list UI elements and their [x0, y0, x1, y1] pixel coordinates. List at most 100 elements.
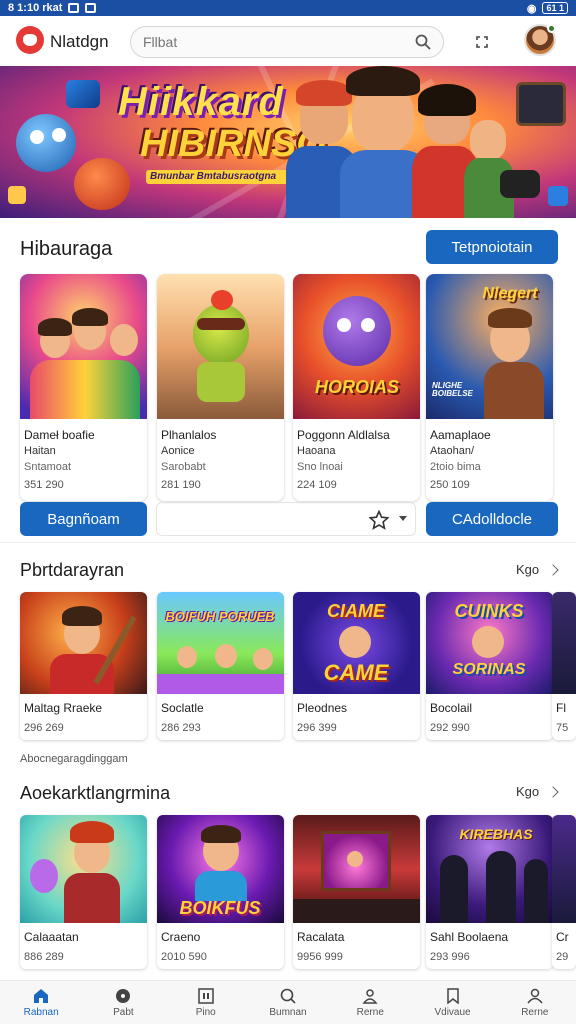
nav-item-library[interactable]: Pino	[165, 981, 247, 1024]
hero-hair	[211, 290, 233, 310]
game-thumbnail: CUINKS SORINAS	[426, 592, 553, 694]
camera-image	[500, 170, 540, 198]
game-stats: 250 109	[430, 479, 470, 491]
nav-label: Rabnan	[23, 1006, 59, 1018]
game-title: Craeno	[161, 930, 201, 944]
character-image	[215, 644, 237, 668]
character-hair	[72, 308, 108, 326]
thumbnail-logo-text: CIAME	[327, 601, 385, 621]
nav-label: Pabt	[113, 1006, 134, 1018]
hero-body	[197, 362, 245, 402]
character-image	[110, 324, 138, 356]
game-thumbnail	[20, 815, 147, 923]
game-card[interactable]: BOIFUH PORUEB Soclatle 286 293	[157, 592, 284, 740]
green-hero-image	[193, 304, 249, 364]
nav-item-saved[interactable]: Vdivaue	[411, 981, 493, 1024]
character-image	[177, 646, 197, 668]
game-card[interactable]: KIREBHAS Sahl Boolaena 293 996	[426, 815, 553, 969]
floor-image	[293, 899, 420, 923]
game-logo-icon[interactable]	[16, 26, 44, 54]
thumbnail-logo-text: Nlegert	[482, 285, 538, 302]
chevron-down-icon[interactable]	[399, 516, 407, 521]
nav-item-account[interactable]: Rerne	[494, 981, 576, 1024]
nav-label: Pino	[195, 1006, 216, 1018]
game-thumbnail: CIAME CAME	[293, 592, 420, 694]
nav-item-profile[interactable]: Rerne	[329, 981, 411, 1024]
character-hair	[62, 606, 102, 626]
game-card[interactable]: Plhanlalos Aonice Sarobabt 281 190	[157, 274, 284, 501]
creature-eye	[30, 130, 44, 144]
nav-item-discover[interactable]: Pabt	[82, 981, 164, 1024]
game-title: Cr	[556, 930, 569, 944]
blue-creature-image	[16, 114, 76, 172]
guitar-image	[93, 615, 137, 685]
section-action-button[interactable]: Tetpnoiotain	[426, 230, 558, 264]
game-title: Poggonn Aldlalsa	[297, 428, 390, 442]
gamepad-image	[66, 80, 100, 108]
character-hair	[418, 84, 476, 116]
hero-character-image	[470, 120, 506, 160]
game-card[interactable]: Racalata 9956 999	[293, 815, 420, 969]
game-thumbnail	[552, 815, 576, 923]
hero-title: Hiikkard	[118, 80, 284, 124]
track-image	[157, 674, 284, 694]
rating-selector[interactable]	[156, 502, 416, 536]
battery-icon: 61 1	[542, 2, 568, 14]
user-avatar[interactable]	[524, 24, 556, 56]
game-genre: Haoana	[297, 445, 336, 457]
online-status-dot	[547, 24, 556, 33]
hero-banner[interactable]: Hiikkard HIBIRNSO Bmunbar Bmtabusraotgna	[0, 66, 576, 218]
star-icon[interactable]	[369, 510, 389, 530]
game-card[interactable]: CIAME CAME Pleodnes 296 399	[293, 592, 420, 740]
character-body	[484, 362, 544, 419]
thumbnail-logo-text: BOIFUH PORUEB	[165, 609, 275, 624]
game-card[interactable]: HOROIAS Poggonn Aldlalsa Haoana Sno lnoa…	[293, 274, 420, 501]
game-genre: Aonice	[161, 445, 195, 457]
character-image	[339, 626, 371, 658]
search-field[interactable]	[130, 26, 444, 58]
right-action-button[interactable]: CAdolldocle	[426, 502, 558, 536]
game-card[interactable]: BOIKFUS Craeno 2010 590	[157, 815, 284, 969]
gem-image	[548, 186, 568, 206]
game-card[interactable]: Fl 75	[552, 592, 576, 740]
game-stats: 292 990	[430, 722, 470, 734]
game-title: Sahl Boolaena	[430, 930, 509, 944]
account-icon	[527, 988, 543, 1003]
monster-eye	[361, 318, 375, 332]
game-meta: Sarobabt	[161, 461, 206, 473]
game-card[interactable]: Maltag Rraeke 296 269	[20, 592, 147, 740]
search-icon[interactable]	[415, 34, 431, 50]
hero-tagline: Bmunbar Bmtabusraotgna	[146, 170, 296, 184]
game-title: Soclatle	[161, 701, 204, 715]
divider	[0, 542, 576, 543]
see-all-link[interactable]: Kgo	[516, 562, 559, 577]
nav-item-search[interactable]: Bumnan	[247, 981, 329, 1024]
left-action-button[interactable]: Bagnñoam	[20, 502, 147, 536]
character-body	[195, 871, 247, 901]
fullscreen-icon[interactable]	[472, 32, 492, 52]
game-title: Calaaatan	[24, 930, 79, 944]
thumbnail-caption: NLIGHE BOIBELSE	[432, 381, 473, 398]
silhouette-image	[524, 859, 548, 923]
game-card[interactable]: Dameł boafie Haitan Sntamoat 351 290	[20, 274, 147, 501]
game-title: Bocolail	[430, 701, 473, 715]
game-card[interactable]: CUINKS SORINAS Bocolail 292 990	[426, 592, 553, 740]
purple-monster-image	[323, 296, 391, 366]
hero-mask	[197, 318, 245, 330]
characters-body	[30, 360, 140, 419]
see-all-link[interactable]: Kgo	[516, 784, 559, 799]
nav-item-home[interactable]: Rabnan	[0, 981, 82, 1024]
nav-label: Rerne	[356, 1006, 384, 1018]
game-stats: 296 269	[24, 722, 64, 734]
game-stats: 886 289	[24, 951, 64, 963]
person-icon	[362, 988, 378, 1004]
game-card[interactable]: Nlegert NLIGHE BOIBELSE Aamaplaoe Ataoha…	[426, 274, 553, 501]
game-card[interactable]: Cr 29	[552, 815, 576, 969]
character-hair	[346, 66, 420, 96]
game-card[interactable]: Calaaatan 886 289	[20, 815, 147, 969]
section-caption: Abocnegaragdinggam	[20, 753, 128, 765]
bottom-navigation: Rabnan Pabt Pino Bumnan Rerne Vdivaue Re…	[0, 980, 576, 1024]
game-title: Racalata	[297, 930, 345, 944]
search-input[interactable]	[143, 34, 403, 50]
wifi-icon: ◉	[526, 2, 537, 15]
